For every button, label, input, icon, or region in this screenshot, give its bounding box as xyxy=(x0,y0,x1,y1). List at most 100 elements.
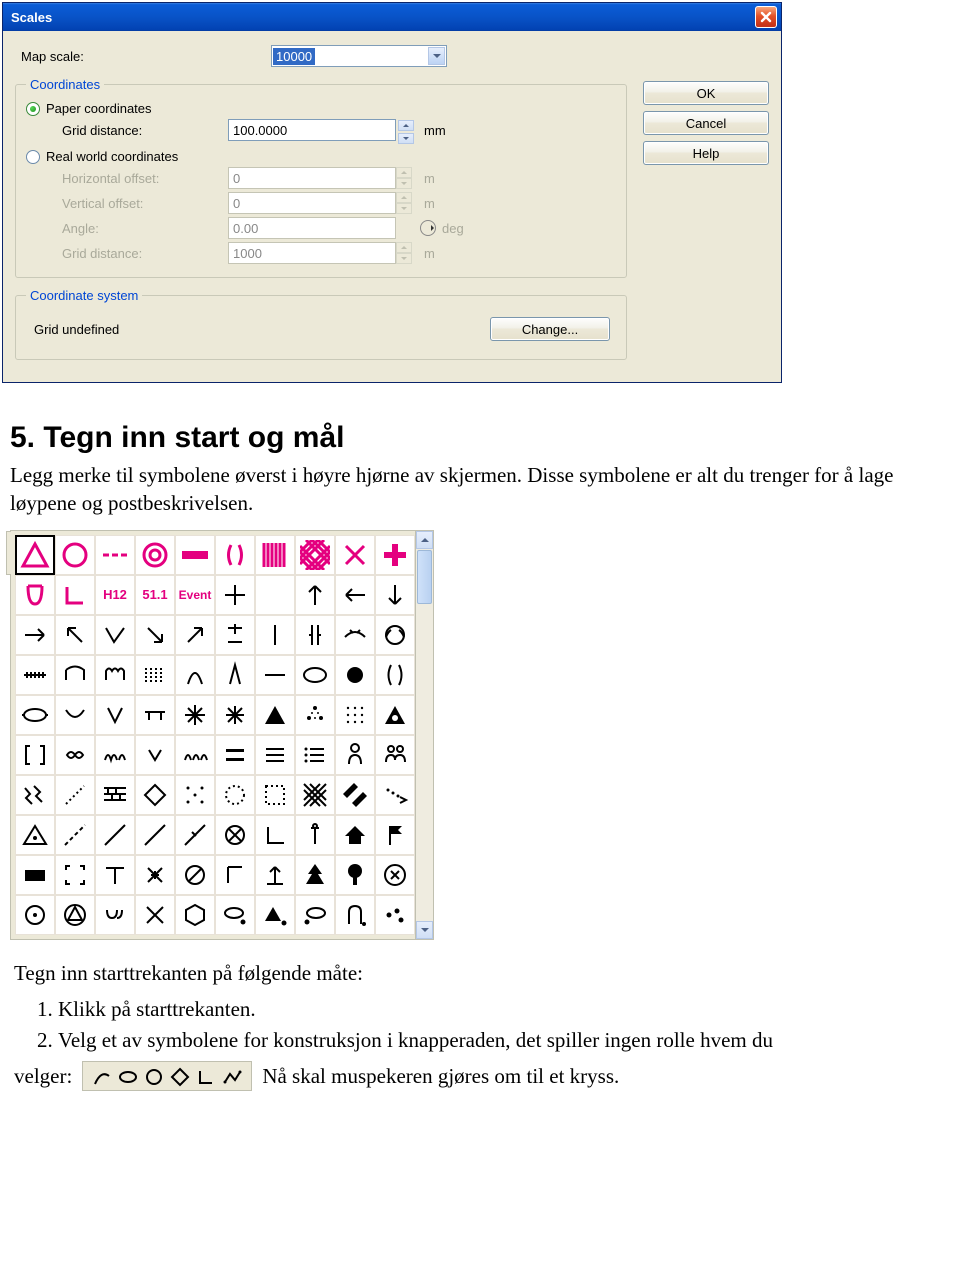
symbol-corner[interactable] xyxy=(55,575,95,615)
symbol-circle[interactable] xyxy=(55,535,95,575)
symbol-tree[interactable] xyxy=(295,855,335,895)
symbol-hatch[interactable] xyxy=(15,655,55,695)
symbol-hexagon[interactable] xyxy=(175,895,215,935)
symbol-asterisk[interactable] xyxy=(175,695,215,735)
symbol-tee[interactable] xyxy=(95,855,135,895)
symbol-plusminus[interactable] xyxy=(215,615,255,655)
symbol-511-text[interactable]: 51.1 xyxy=(135,575,175,615)
symbol-firstaid[interactable] xyxy=(375,535,415,575)
symbol-arrow-dot[interactable] xyxy=(375,775,415,815)
symbol-x-small[interactable] xyxy=(135,855,175,895)
symbol-person[interactable] xyxy=(335,735,375,775)
tool-polyline-icon[interactable] xyxy=(219,1064,245,1090)
symbol-waves[interactable] xyxy=(135,655,175,695)
palette-scrollbar[interactable] xyxy=(416,530,434,940)
tool-circle-icon[interactable] xyxy=(141,1064,167,1090)
symbol-wavy-up[interactable] xyxy=(95,655,135,695)
symbol-3lines[interactable] xyxy=(255,735,295,775)
symbol-smallcircle[interactable] xyxy=(375,615,415,655)
symbol-anchor[interactable] xyxy=(295,815,335,855)
scroll-thumb[interactable] xyxy=(417,550,432,604)
symbol-parens[interactable] xyxy=(215,535,255,575)
tool-diamond-icon[interactable] xyxy=(167,1064,193,1090)
symbol-grave[interactable] xyxy=(335,895,375,935)
palette-tab[interactable] xyxy=(6,531,11,575)
symbol-diag2[interactable] xyxy=(135,815,175,855)
symbol-tri-dot2[interactable] xyxy=(255,895,295,935)
symbol-dotcircle[interactable] xyxy=(215,775,255,815)
symbol-dotgrid[interactable] xyxy=(335,695,375,735)
symbol-blank[interactable] xyxy=(255,575,295,615)
symbol-asterisk-dot[interactable] xyxy=(215,695,255,735)
symbol-arrow-se[interactable] xyxy=(135,615,175,655)
symbol-dotsquare[interactable] xyxy=(255,775,295,815)
symbol-v[interactable] xyxy=(95,695,135,735)
grid-dist-input[interactable]: 100.0000 xyxy=(228,119,396,141)
symbol-diag-thick[interactable] xyxy=(335,775,375,815)
symbol-ellipse[interactable] xyxy=(295,655,335,695)
symbol-x[interactable] xyxy=(335,535,375,575)
real-coords-radio[interactable] xyxy=(26,150,40,164)
spin-down-icon[interactable] xyxy=(398,133,414,144)
symbol-rect-corners[interactable] xyxy=(55,855,95,895)
paper-coords-radio[interactable] xyxy=(26,102,40,116)
symbol-uparrow-line[interactable] xyxy=(255,855,295,895)
symbol-nocircle[interactable] xyxy=(175,855,215,895)
symbol-diamond[interactable] xyxy=(135,775,175,815)
symbol-check[interactable] xyxy=(95,615,135,655)
symbol-paren-r[interactable] xyxy=(375,655,415,695)
symbol-h12-text[interactable]: H12 xyxy=(95,575,135,615)
symbol-arrow-down[interactable] xyxy=(375,575,415,615)
symbol-oval-dot2[interactable] xyxy=(295,895,335,935)
scroll-up-icon[interactable] xyxy=(416,531,433,549)
symbol-crosshatch[interactable] xyxy=(295,535,335,575)
symbol-dot5[interactable] xyxy=(175,775,215,815)
symbol-arrow-right[interactable] xyxy=(15,615,55,655)
symbol-vstripes[interactable] xyxy=(255,535,295,575)
symbol-arrow-left[interactable] xyxy=(335,575,375,615)
symbol-plus-thin[interactable] xyxy=(215,575,255,615)
tool-curve-icon[interactable] xyxy=(89,1064,115,1090)
symbol-rect-solid[interactable] xyxy=(15,855,55,895)
symbol-arrow-ne[interactable] xyxy=(175,615,215,655)
symbol-hline[interactable] xyxy=(255,655,295,695)
scroll-down-icon[interactable] xyxy=(416,921,433,939)
symbol-cup[interactable] xyxy=(15,575,55,615)
symbol-dots3[interactable] xyxy=(375,895,415,935)
symbol-people[interactable] xyxy=(375,735,415,775)
symbol-tri-hole[interactable] xyxy=(375,695,415,735)
symbol-tri-dots[interactable] xyxy=(295,695,335,735)
help-button[interactable]: Help xyxy=(643,141,769,165)
symbol-gamma[interactable] xyxy=(215,855,255,895)
symbol-mnm2[interactable] xyxy=(175,735,215,775)
spin-up-icon[interactable] xyxy=(398,120,414,131)
symbol-crosshatch2[interactable] xyxy=(295,775,335,815)
symbol-uu[interactable] xyxy=(95,895,135,935)
symbol-oval-dot[interactable] xyxy=(215,895,255,935)
symbol-ring-x[interactable] xyxy=(375,855,415,895)
symbol-eye[interactable] xyxy=(335,615,375,655)
symbol-table[interactable] xyxy=(135,695,175,735)
cancel-button[interactable]: Cancel xyxy=(643,111,769,135)
symbol-arrow-nw[interactable] xyxy=(55,615,95,655)
close-button[interactable] xyxy=(755,6,777,28)
symbol-zigzag[interactable] xyxy=(15,775,55,815)
symbol-vbar[interactable] xyxy=(255,615,295,655)
symbol-diag-tick[interactable] xyxy=(175,815,215,855)
symbol-hbars[interactable] xyxy=(215,735,255,775)
change-button[interactable]: Change... xyxy=(490,317,610,341)
symbol-oval[interactable] xyxy=(15,695,55,735)
symbol-house[interactable] xyxy=(335,815,375,855)
symbol-peak[interactable] xyxy=(215,655,255,695)
symbol-mnm[interactable] xyxy=(95,735,135,775)
symbol-dashes[interactable] xyxy=(95,535,135,575)
symbol-vbar-tick[interactable] xyxy=(295,615,335,655)
symbol-thick-line[interactable] xyxy=(175,535,215,575)
symbol-list[interactable] xyxy=(295,735,335,775)
symbol-target[interactable] xyxy=(15,895,55,935)
symbol-arch[interactable] xyxy=(175,655,215,695)
symbol-brackets[interactable] xyxy=(15,735,55,775)
symbol-x2[interactable] xyxy=(135,895,175,935)
symbol-cross-circ[interactable] xyxy=(215,815,255,855)
symbol-arrow-up[interactable] xyxy=(295,575,335,615)
